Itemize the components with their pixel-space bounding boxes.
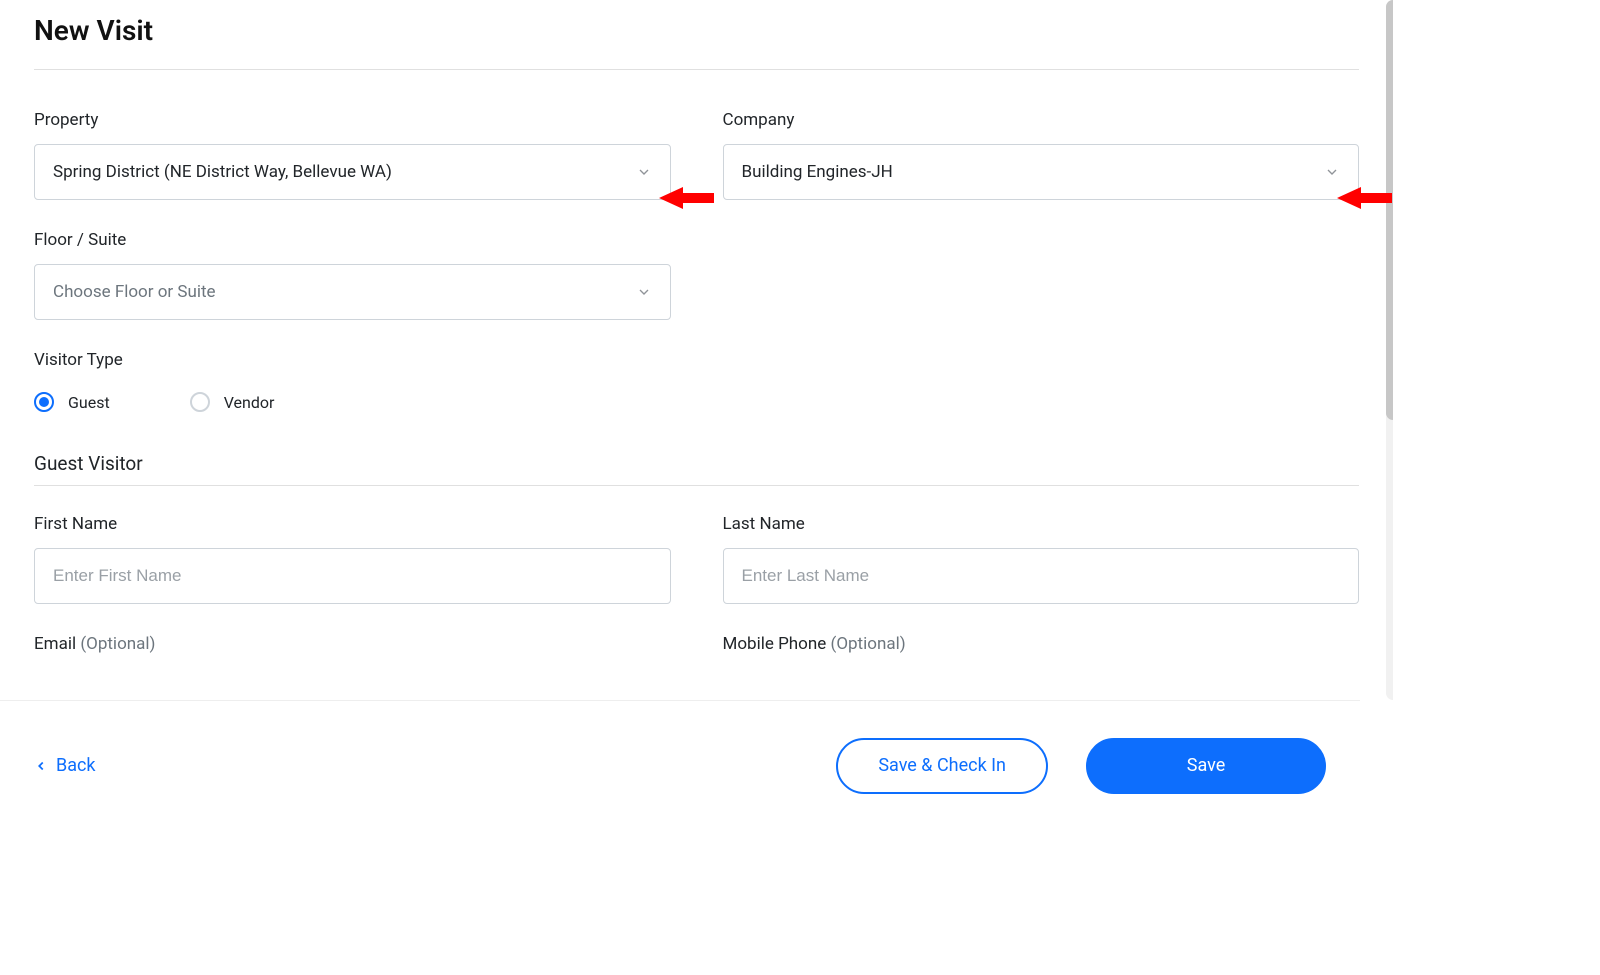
visitor-type-guest-label: Guest <box>68 393 110 412</box>
company-select[interactable]: Building Engines-JH <box>723 144 1360 200</box>
floor-suite-field: Floor / Suite Choose Floor or Suite <box>34 230 671 320</box>
company-field: Company Building Engines-JH <box>723 110 1360 200</box>
visitor-type-radio-group: Guest Vendor <box>34 392 1359 412</box>
property-field: Property Spring District (NE District Wa… <box>34 110 671 200</box>
title-divider <box>34 69 1359 70</box>
row-floor-suite: Floor / Suite Choose Floor or Suite <box>34 230 1359 320</box>
footer-buttons: Save & Check In Save <box>836 738 1326 794</box>
visitor-type-guest-radio[interactable]: Guest <box>34 392 110 412</box>
property-select-value: Spring District (NE District Way, Bellev… <box>53 162 392 182</box>
chevron-down-icon <box>636 284 652 300</box>
visitor-type-vendor-radio[interactable]: Vendor <box>190 392 275 412</box>
email-label: Email (Optional) <box>34 634 671 654</box>
first-name-input[interactable] <box>34 548 671 604</box>
company-select-value: Building Engines-JH <box>742 162 893 182</box>
scrollbar[interactable] <box>1386 0 1393 700</box>
visitor-type-vendor-label: Vendor <box>224 393 275 412</box>
floor-suite-placeholder: Choose Floor or Suite <box>53 282 216 302</box>
row-property-company: Property Spring District (NE District Wa… <box>34 110 1359 200</box>
save-button[interactable]: Save <box>1086 738 1326 794</box>
radio-unchecked-icon <box>190 392 210 412</box>
last-name-label: Last Name <box>723 514 1360 534</box>
last-name-field: Last Name <box>723 514 1360 604</box>
property-select[interactable]: Spring District (NE District Way, Bellev… <box>34 144 671 200</box>
last-name-input[interactable] <box>723 548 1360 604</box>
back-button[interactable]: Back <box>34 755 96 776</box>
row-contact: Email (Optional) Mobile Phone (Optional) <box>34 634 1359 668</box>
back-label: Back <box>56 755 96 776</box>
floor-suite-label: Floor / Suite <box>34 230 671 250</box>
chevron-down-icon <box>636 164 652 180</box>
footer: Back Save & Check In Save <box>0 700 1360 830</box>
visitor-type-label: Visitor Type <box>34 350 1359 370</box>
chevron-down-icon <box>1324 164 1340 180</box>
company-label: Company <box>723 110 1360 130</box>
property-label: Property <box>34 110 671 130</box>
mobile-phone-label: Mobile Phone (Optional) <box>723 634 1360 654</box>
scrollbar-thumb[interactable] <box>1386 0 1393 420</box>
guest-visitor-heading: Guest Visitor <box>34 452 1359 475</box>
first-name-label: First Name <box>34 514 671 534</box>
email-field: Email (Optional) <box>34 634 671 668</box>
guest-visitor-divider <box>34 485 1359 486</box>
row-name: First Name Last Name <box>34 514 1359 604</box>
radio-checked-icon <box>34 392 54 412</box>
chevron-left-icon <box>34 759 48 773</box>
save-check-in-button[interactable]: Save & Check In <box>836 738 1048 794</box>
mobile-phone-field: Mobile Phone (Optional) <box>723 634 1360 668</box>
floor-suite-select[interactable]: Choose Floor or Suite <box>34 264 671 320</box>
first-name-field: First Name <box>34 514 671 604</box>
page-title: New Visit <box>34 14 1359 47</box>
